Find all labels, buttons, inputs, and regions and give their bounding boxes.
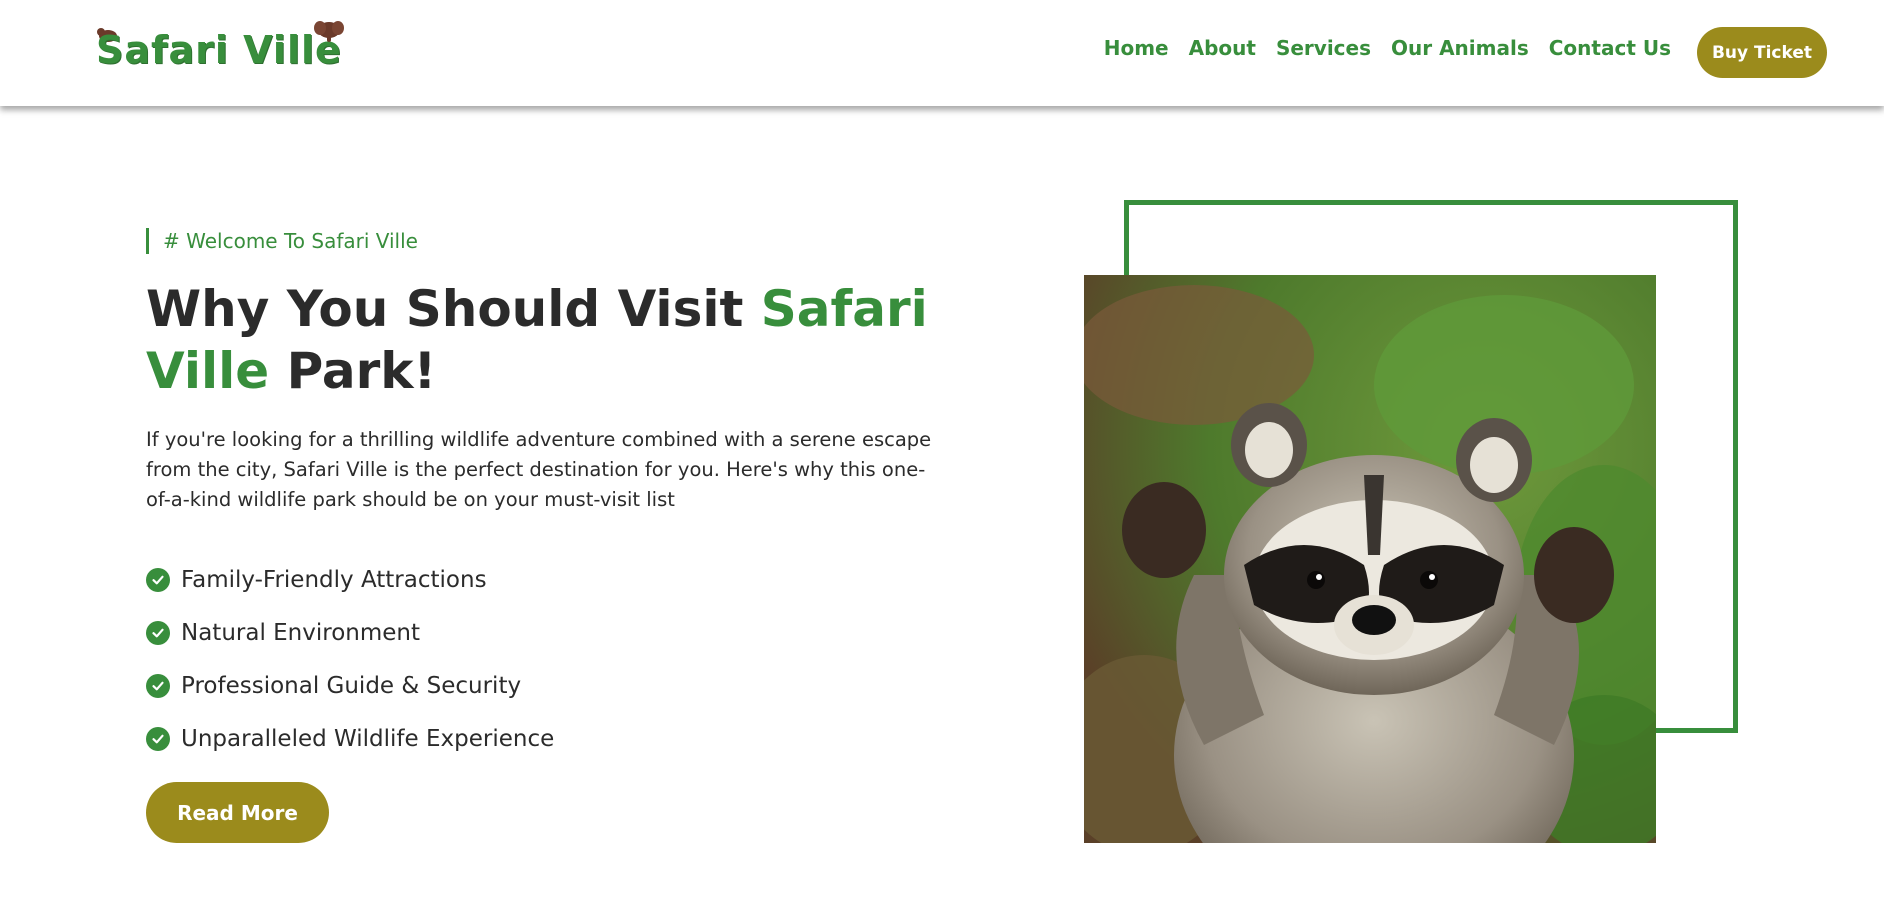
- main-nav: Home About Services Our Animals Contact …: [1104, 36, 1671, 60]
- raccoon-illustration: [1084, 275, 1656, 843]
- check-circle-icon: [146, 620, 170, 645]
- raccoon-photo: [1084, 275, 1656, 843]
- site-header: Safari Ville Home About Services Our Ani…: [0, 0, 1884, 106]
- check-circle-icon: [146, 567, 170, 592]
- feature-item: Family-Friendly Attractions: [146, 553, 554, 606]
- welcome-tagline: # Welcome To Safari Ville: [146, 228, 418, 254]
- read-more-button[interactable]: Read More: [146, 782, 329, 843]
- check-circle-icon: [146, 673, 170, 698]
- feature-list: Family-Friendly Attractions Natural Envi…: [146, 553, 554, 765]
- nav-home[interactable]: Home: [1104, 36, 1169, 60]
- nav-about[interactable]: About: [1189, 36, 1256, 60]
- headline-part2: Park!: [269, 342, 437, 400]
- feature-label: Family-Friendly Attractions: [181, 566, 487, 593]
- feature-label: Unparalleled Wildlife Experience: [181, 725, 555, 752]
- logo[interactable]: Safari Ville: [96, 21, 344, 78]
- hero-intro: If you're looking for a thrilling wildli…: [146, 428, 932, 511]
- hero-headline: Why You Should Visit Safari Ville Park!: [146, 278, 966, 402]
- nav-services[interactable]: Services: [1276, 36, 1371, 60]
- feature-item: Natural Environment: [146, 606, 554, 659]
- headline-part1: Why You Should Visit: [146, 280, 761, 338]
- feature-item: Professional Guide & Security: [146, 659, 554, 712]
- nav-contact-us[interactable]: Contact Us: [1549, 36, 1671, 60]
- check-circle-icon: [146, 726, 170, 751]
- logo-text: Safari Ville: [96, 28, 342, 72]
- feature-item: Unparalleled Wildlife Experience: [146, 712, 554, 765]
- buy-ticket-button[interactable]: Buy Ticket: [1697, 27, 1827, 78]
- nav-our-animals[interactable]: Our Animals: [1391, 36, 1529, 60]
- elephant-logo-icon: [313, 21, 344, 42]
- feature-label: Professional Guide & Security: [181, 672, 522, 699]
- feature-label: Natural Environment: [181, 619, 421, 646]
